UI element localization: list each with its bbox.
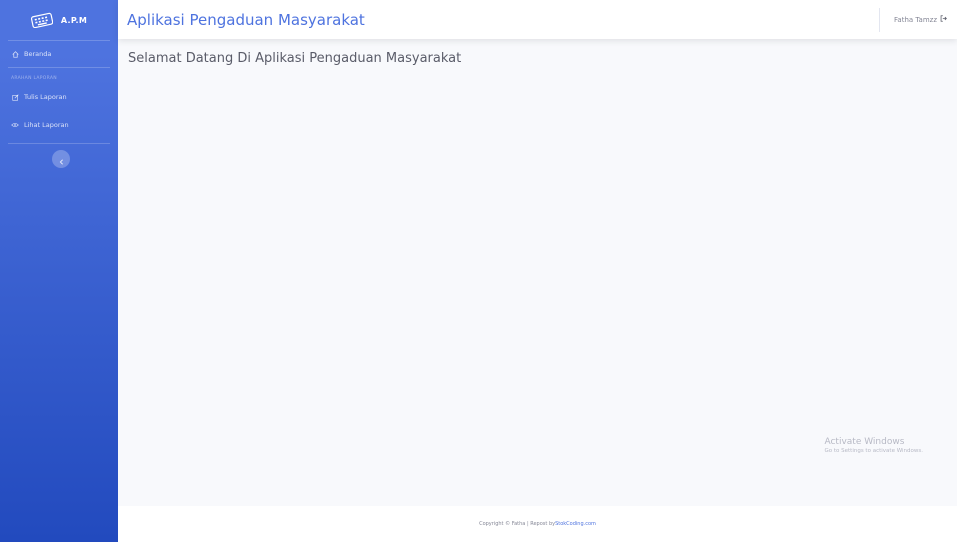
footer-link[interactable]: StokCoding.com [555, 521, 596, 527]
sidebar-divider [8, 143, 110, 144]
keyboard-icon [30, 12, 54, 29]
sign-out-icon[interactable] [940, 15, 947, 24]
footer-copyright: Copyright © Fatha | Repost by [479, 521, 556, 527]
sidebar-item-lihat-laporan[interactable]: Lihat Laporan [0, 111, 118, 139]
user-name: Fatha Tamzz [894, 15, 937, 24]
footer: Copyright © Fatha | Repost by StokCoding… [118, 506, 957, 542]
activate-windows-watermark: Activate Windows Go to Settings to activ… [824, 437, 923, 454]
sidebar-heading: ARAHAN LAPORAN [11, 76, 57, 81]
welcome-heading: Selamat Datang Di Aplikasi Pengaduan Mas… [128, 51, 462, 66]
sidebar: A.P.M Beranda ARAHAN LAPORAN Tulis Lapor… [0, 0, 118, 542]
sidebar-toggle-button[interactable] [52, 150, 70, 168]
user-menu[interactable]: Fatha Tamzz [879, 7, 957, 32]
sidebar-item-label: Lihat Laporan [24, 121, 69, 129]
sidebar-item-label: Beranda [24, 50, 52, 58]
home-icon [11, 50, 19, 58]
eye-icon [11, 121, 19, 129]
sidebar-item-tulis-laporan[interactable]: Tulis Laporan [0, 83, 118, 111]
main-content: Selamat Datang Di Aplikasi Pengaduan Mas… [118, 39, 957, 506]
watermark-subtitle: Go to Settings to activate Windows. [824, 448, 923, 454]
chevron-left-icon [59, 150, 64, 169]
topbar: Aplikasi Pengaduan Masyarakat Fatha Tamz… [118, 0, 957, 39]
sidebar-brand-text: A.P.M [60, 15, 88, 25]
sidebar-brand[interactable]: A.P.M [0, 0, 118, 40]
edit-icon [11, 93, 19, 101]
watermark-title: Activate Windows [824, 437, 905, 447]
sidebar-item-beranda[interactable]: Beranda [0, 41, 118, 67]
page-title: Aplikasi Pengaduan Masyarakat [127, 10, 365, 29]
sidebar-item-label: Tulis Laporan [24, 93, 67, 101]
